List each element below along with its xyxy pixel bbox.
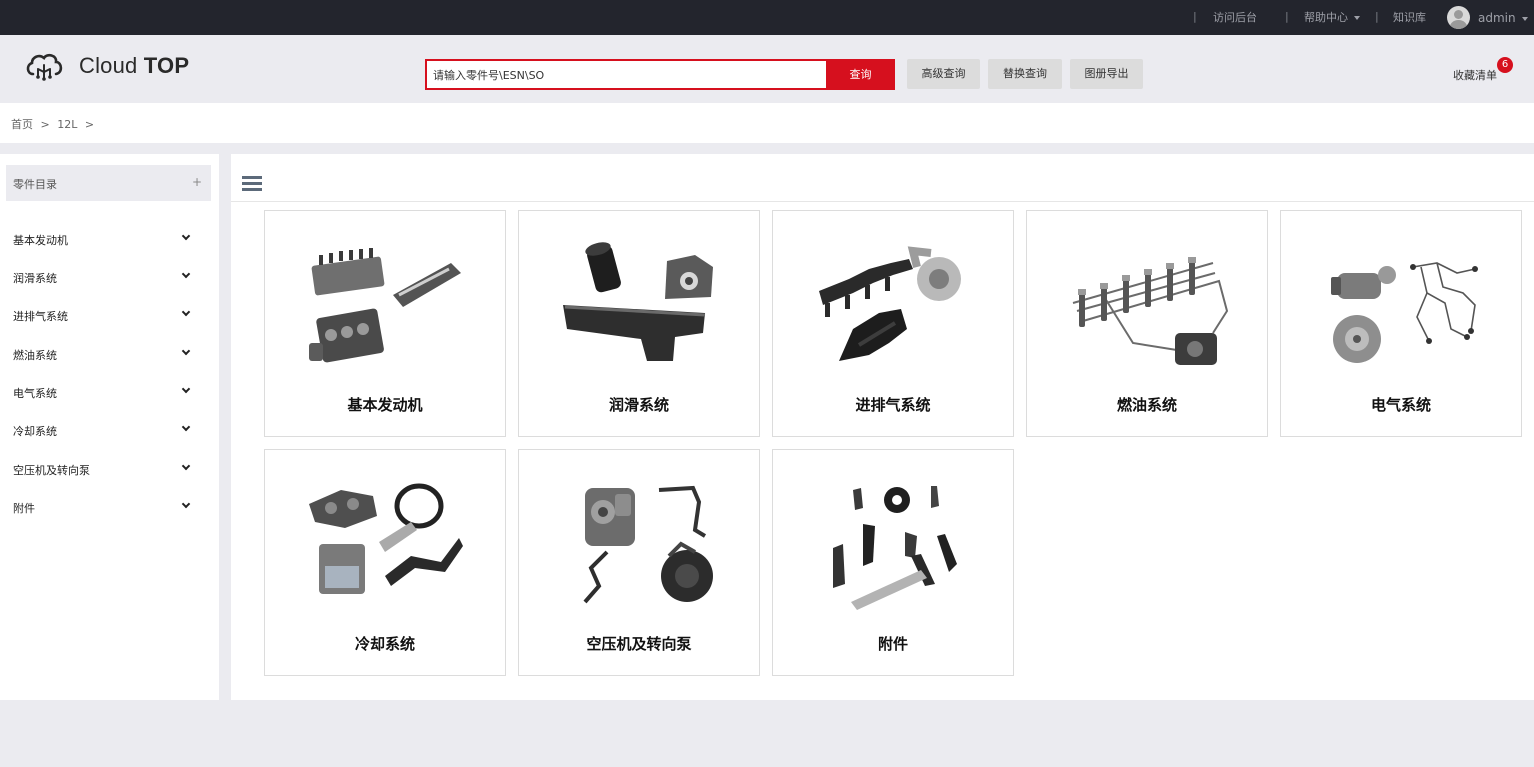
cloud-logo-icon[interactable] [24,50,64,82]
chevron-down-icon [181,384,191,394]
divider [231,201,1534,202]
expand-plus-icon[interactable]: + [192,175,202,189]
category-card-fuel[interactable]: 燃油系统 [1026,210,1268,437]
sidebar-item-label: 燃油系统 [13,349,57,362]
logo-cloud: Cloud [79,53,138,78]
help-center-label: 帮助中心 [1304,11,1348,24]
user-name: admin [1478,11,1516,25]
separator: | [1285,10,1289,23]
breadcrumb: 首页 > 12L > [11,116,98,132]
header: Cloud TOP 查询 高级查询 替换查询 图册导出 收藏清单 6 [0,35,1534,103]
engine-parts-icon [309,248,461,363]
electrical-parts-icon [1331,262,1478,363]
sidebar-item-lubrication[interactable]: 润滑系统 [13,267,193,287]
breadcrumb-bar: 首页 > 12L > [0,103,1534,143]
menu-icon[interactable] [242,176,262,192]
top-navigation-bar: | 访问后台 | 帮助中心 | 知识库 admin [0,0,1534,35]
sidebar-item-label: 附件 [13,502,35,515]
advanced-search-button[interactable]: 高级查询 [907,59,980,89]
catalog-export-button[interactable]: 图册导出 [1070,59,1143,89]
sidebar-item-cooling[interactable]: 冷却系统 [13,420,193,440]
sidebar-item-label: 润滑系统 [13,272,57,285]
accessory-parts-icon [833,486,957,610]
card-label: 进排气系统 [855,396,931,414]
lubrication-parts-icon [563,242,713,361]
breadcrumb-separator: > [84,118,95,131]
category-card-cooling[interactable]: 冷却系统 [264,449,506,676]
sidebar-item-basic-engine[interactable]: 基本发动机 [13,229,193,249]
separator: | [1193,10,1197,23]
visit-admin-link[interactable]: 访问后台 [1213,11,1257,25]
user-menu[interactable]: admin [1478,11,1528,25]
chevron-down-icon [181,461,191,471]
breadcrumb-current[interactable]: 12L [57,118,77,131]
category-card-basic-engine[interactable]: 基本发动机 [264,210,506,437]
breadcrumb-separator: > [40,118,50,131]
chevron-down-icon [181,422,191,432]
card-label: 附件 [877,635,908,653]
sidebar-item-label: 电气系统 [13,387,57,400]
card-label: 润滑系统 [608,396,669,414]
parts-catalog-title: 零件目录 [13,178,57,191]
category-card-compressor-pump[interactable]: 空压机及转向泵 [518,449,760,676]
intake-exhaust-parts-icon [819,246,961,361]
search-button[interactable]: 查询 [826,59,895,90]
sidebar-item-label: 进排气系统 [13,310,68,323]
favorites-count-badge: 6 [1497,57,1513,73]
category-card-lubrication[interactable]: 润滑系统 [518,210,760,437]
chevron-down-icon [181,307,191,317]
compressor-pump-parts-icon [583,485,713,604]
main-content: 基本发动机 润滑系统 进排气系统 燃油系统 电气系统 冷却系统 空压机及转向泵 … [231,154,1534,700]
caret-down-icon [1354,16,1360,20]
category-card-intake-exhaust[interactable]: 进排气系统 [772,210,1014,437]
category-card-accessories[interactable]: 附件 [772,449,1014,676]
card-label: 基本发动机 [347,396,423,414]
sidebar-item-accessories[interactable]: 附件 [13,497,193,517]
sidebar-item-label: 空压机及转向泵 [13,464,90,477]
card-label: 电气系统 [1370,396,1431,414]
search-input[interactable] [427,61,826,88]
chevron-down-icon [181,231,191,241]
caret-down-icon [1521,16,1528,21]
chevron-down-icon [181,499,191,509]
sidebar-item-intake-exhaust[interactable]: 进排气系统 [13,305,193,325]
knowledge-base-link[interactable]: 知识库 [1393,11,1426,25]
sidebar-item-compressor-pump[interactable]: 空压机及转向泵 [13,459,193,479]
category-card-electrical[interactable]: 电气系统 [1280,210,1522,437]
parts-catalog-header[interactable]: 零件目录 + [6,165,211,201]
fuel-system-parts-icon [1072,257,1229,365]
cooling-parts-icon [309,483,463,594]
favorites-link[interactable]: 收藏清单 [1453,67,1497,83]
help-center-menu[interactable]: 帮助中心 [1304,11,1360,25]
logo-top: TOP [143,53,190,78]
sidebar-item-fuel[interactable]: 燃油系统 [13,344,193,364]
separator: | [1375,10,1379,23]
logo-text[interactable]: Cloud TOP [79,53,189,79]
chevron-down-icon [181,269,191,279]
sidebar-item-electrical[interactable]: 电气系统 [13,382,193,402]
search-box [425,59,828,90]
sidebar-item-label: 冷却系统 [13,425,57,438]
sidebar: 零件目录 + 基本发动机 润滑系统 进排气系统 燃油系统 电气系统 冷却系统 空… [0,154,219,700]
avatar[interactable] [1447,6,1470,29]
breadcrumb-home[interactable]: 首页 [11,118,33,131]
sidebar-item-label: 基本发动机 [13,234,68,247]
card-label: 空压机及转向泵 [586,635,692,653]
card-label: 燃油系统 [1116,396,1177,414]
chevron-down-icon [181,346,191,356]
replace-search-button[interactable]: 替换查询 [988,59,1062,89]
card-label: 冷却系统 [354,635,415,653]
